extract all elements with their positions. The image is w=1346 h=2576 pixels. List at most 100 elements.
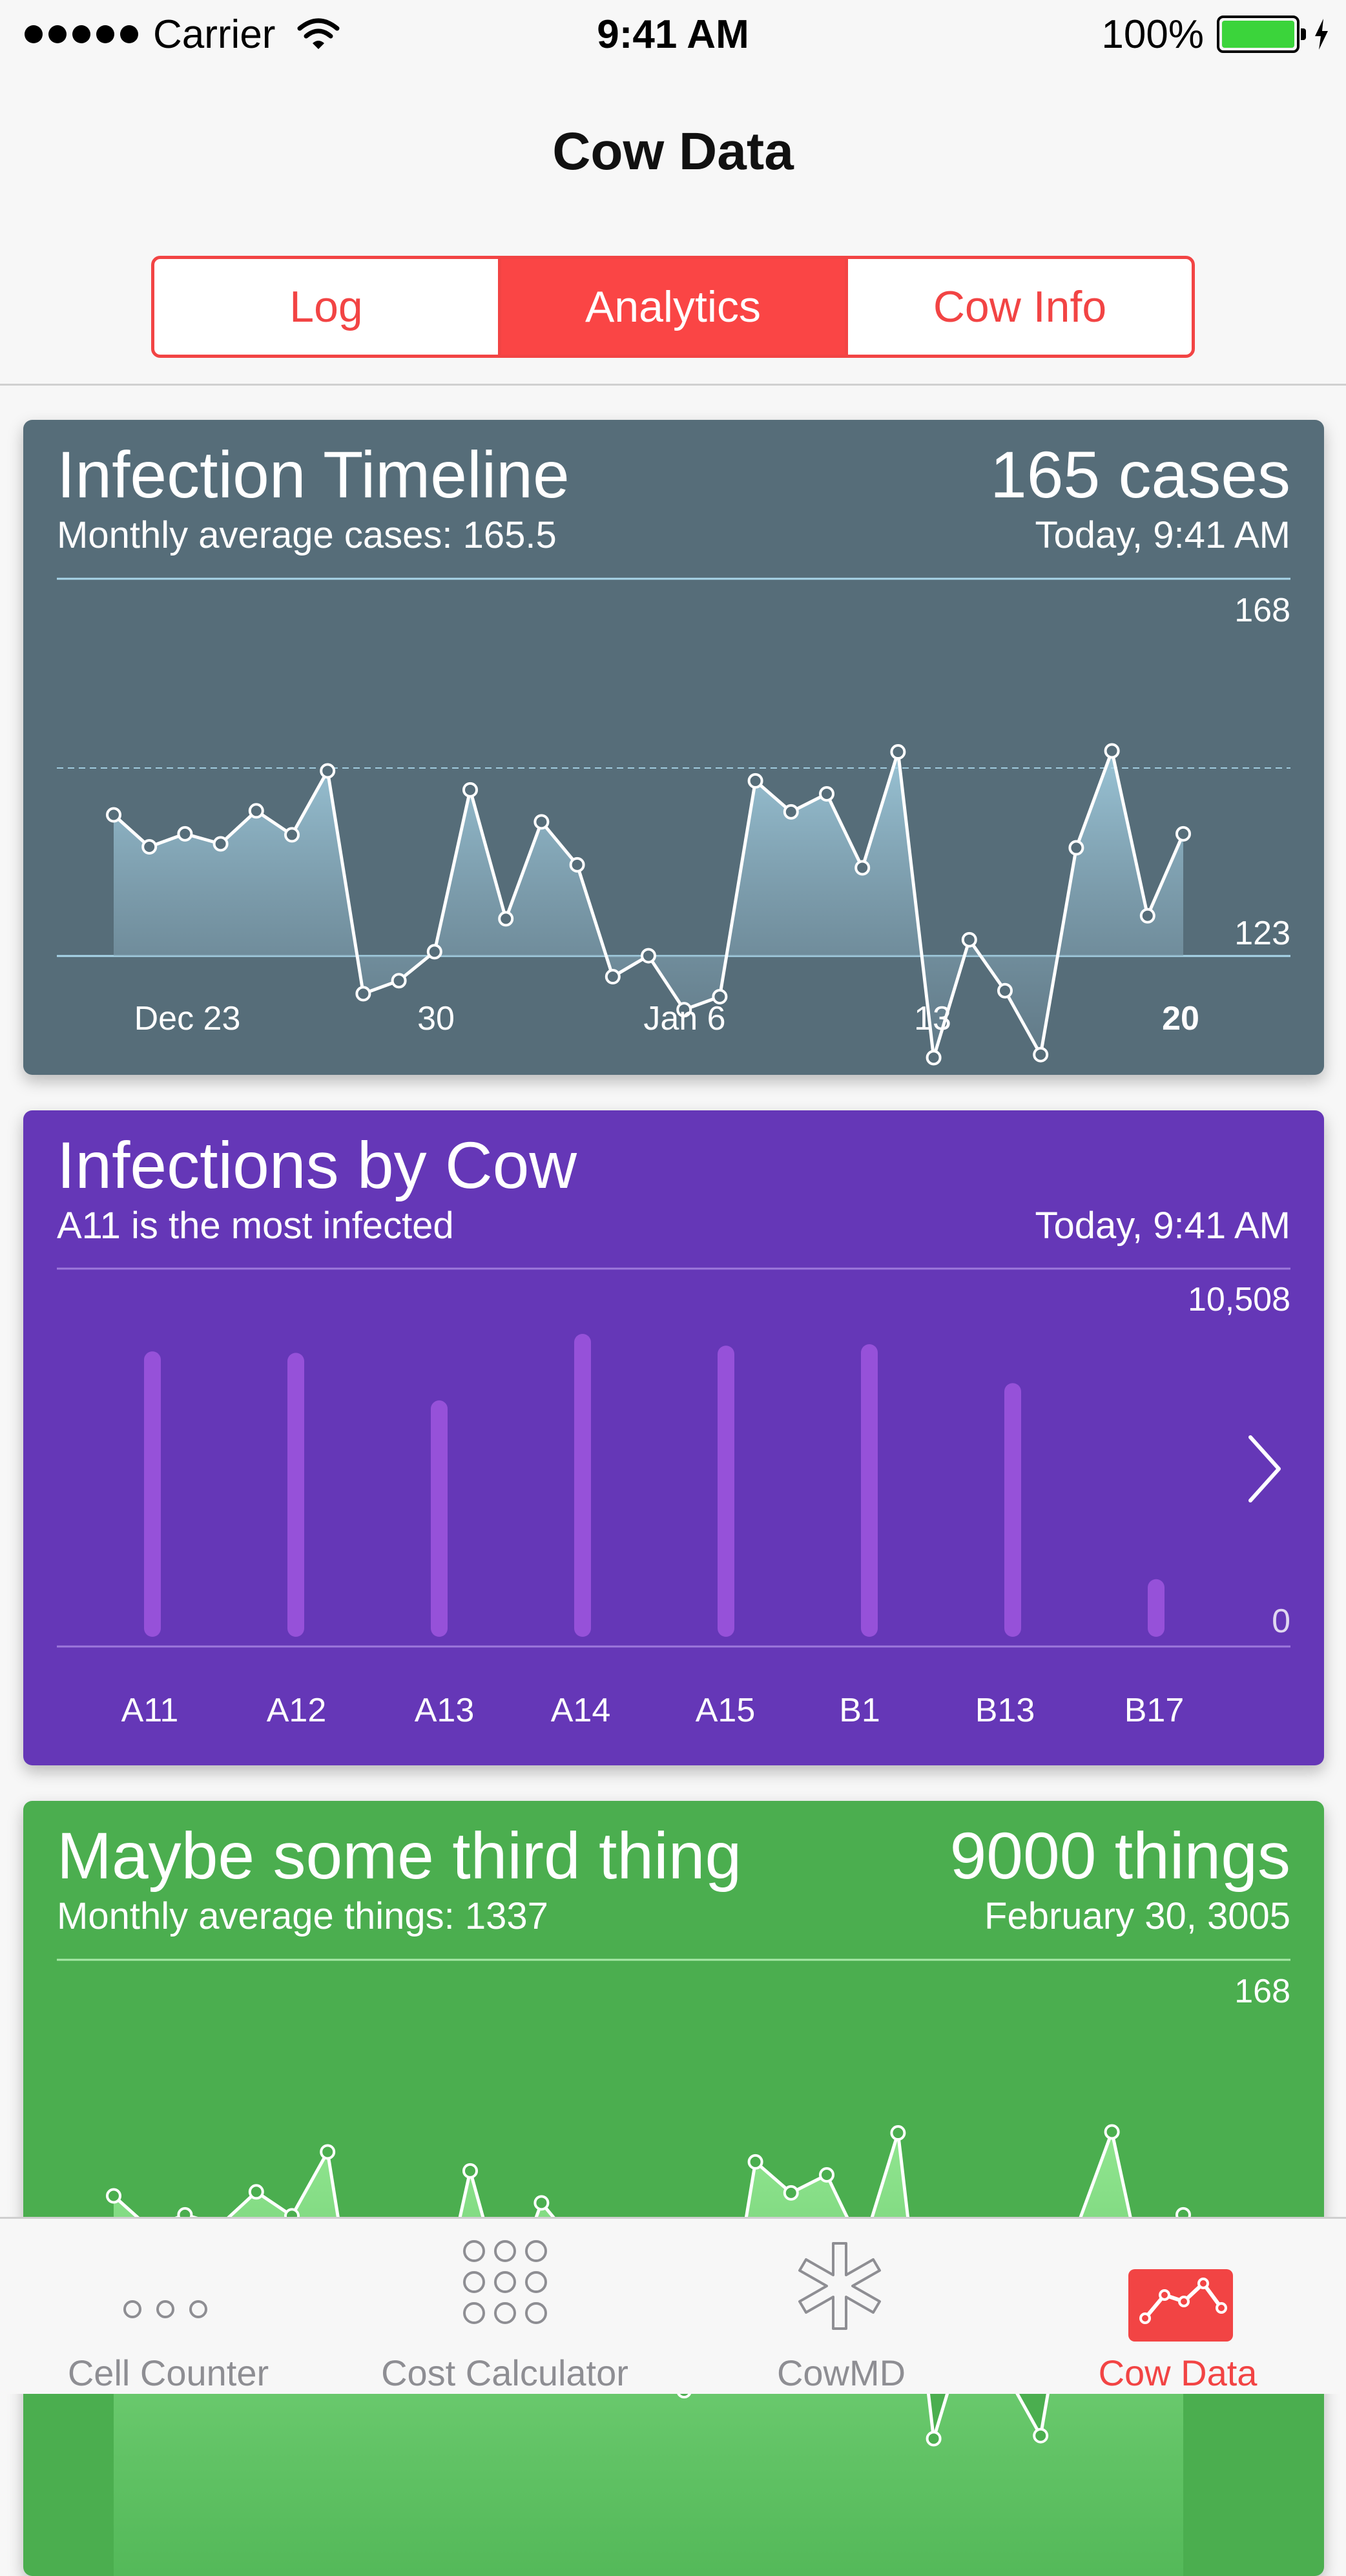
battery-icon xyxy=(1217,16,1306,53)
data-point xyxy=(1104,743,1120,759)
battery-cap xyxy=(1301,28,1306,40)
data-point xyxy=(1068,840,1084,856)
tab-label: Cell Counter xyxy=(67,2353,269,2393)
y-tick-label: 123 xyxy=(1234,915,1290,952)
data-point xyxy=(1104,2124,1120,2140)
y-tick-label: 0 xyxy=(1272,1603,1290,1640)
data-point xyxy=(1139,908,1155,924)
data-point xyxy=(1175,826,1191,842)
bar xyxy=(718,1345,734,1637)
data-point xyxy=(819,2167,834,2183)
bar xyxy=(431,1400,448,1637)
data-point xyxy=(177,826,193,842)
tab-bar: Cell Counter Cost Calculator CowMD Cow D… xyxy=(0,2217,1346,2394)
card-value: 165 cases xyxy=(990,438,1290,512)
data-point xyxy=(569,857,585,873)
data-point xyxy=(854,860,871,876)
card-title: Infections by Cow xyxy=(57,1128,577,1202)
bar xyxy=(287,1353,304,1637)
status-bar: Carrier 9:41 AM 100% xyxy=(0,0,1346,71)
data-point xyxy=(248,803,264,819)
bar xyxy=(1148,1579,1165,1637)
data-point xyxy=(997,982,1013,999)
y-tick-label: 168 xyxy=(1234,592,1290,629)
page-title: Cow Data xyxy=(552,122,794,181)
tab-cowmd[interactable]: CowMD xyxy=(673,2219,1010,2396)
card-timestamp: Today, 9:41 AM xyxy=(1035,1205,1291,1247)
chevron-right-icon[interactable] xyxy=(1245,1433,1284,1504)
x-tick-label: B17 xyxy=(1124,1692,1185,1729)
card-subtitle: Monthly average cases: 165.5 xyxy=(57,514,557,556)
data-point xyxy=(641,948,656,964)
card-timestamp: Today, 9:41 AM xyxy=(1035,514,1291,556)
segment-analytics[interactable]: Analytics xyxy=(501,259,848,355)
data-point xyxy=(462,2163,478,2179)
medical-star-icon xyxy=(798,2242,881,2330)
data-point xyxy=(783,2185,799,2201)
x-tick-label: 13 xyxy=(914,1000,951,1037)
tab-label: Cow Data xyxy=(1098,2353,1258,2393)
data-point xyxy=(783,804,799,820)
keypad-icon xyxy=(463,2240,547,2324)
card-title: Infection Timeline xyxy=(57,438,570,512)
data-point xyxy=(284,827,300,843)
data-point xyxy=(533,814,550,830)
data-point xyxy=(1033,1046,1049,1063)
x-tick-label: 30 xyxy=(417,1000,455,1037)
battery-level xyxy=(1222,21,1294,48)
battery-percent: 100% xyxy=(1101,12,1204,57)
x-tick-label: A12 xyxy=(267,1692,327,1729)
data-point xyxy=(106,2188,121,2204)
x-tick-label: B1 xyxy=(839,1692,880,1729)
x-tick-label: A14 xyxy=(551,1692,611,1729)
data-point xyxy=(320,2144,336,2160)
data-point xyxy=(605,969,621,985)
tab-cell-counter[interactable]: Cell Counter xyxy=(0,2219,336,2396)
data-point xyxy=(1033,2427,1049,2444)
tab-cost-calculator[interactable]: Cost Calculator xyxy=(336,2219,673,2396)
segment-cow-info[interactable]: Cow Info xyxy=(848,259,1192,355)
y-tick-label: 10,508 xyxy=(1188,1281,1290,1318)
card-value: 9000 things xyxy=(949,1819,1290,1893)
bar xyxy=(1004,1383,1021,1637)
data-point xyxy=(426,944,442,960)
battery-status: 100% xyxy=(1101,12,1329,57)
data-point xyxy=(926,1050,942,1066)
data-point xyxy=(212,836,229,852)
data-point xyxy=(890,744,906,760)
data-point xyxy=(747,2154,763,2170)
data-point xyxy=(819,786,834,802)
card-subtitle: A11 is the most infected xyxy=(57,1205,454,1247)
bar xyxy=(574,1334,591,1637)
x-tick-label: B13 xyxy=(975,1692,1035,1729)
nav-divider xyxy=(0,384,1346,386)
infections-by-cow-card[interactable]: A11 A12 A13 A14 A15 B1 B13 B17 10,508 0 Infection… xyxy=(23,1110,1324,1765)
data-point xyxy=(747,773,763,789)
data-point xyxy=(391,973,407,989)
data-point xyxy=(462,782,478,798)
card-subtitle: Monthly average things: 1337 xyxy=(57,1895,548,1937)
three-dots-icon xyxy=(123,2300,207,2318)
x-tick-label: Dec 23 xyxy=(134,1000,241,1037)
tab-label: CowMD xyxy=(776,2353,906,2393)
bar xyxy=(861,1344,878,1637)
third-thing-card[interactable]: 168 Maybe some third thing Monthly avera… xyxy=(23,1801,1324,2576)
segment-log[interactable]: Log xyxy=(154,259,501,355)
y-tick-label: 168 xyxy=(1234,1973,1290,2010)
bar xyxy=(144,1351,161,1637)
x-tick-label: A15 xyxy=(696,1692,756,1729)
infection-timeline-card[interactable]: 168 123 Dec 23 30 Jan 6 13 20 Infection Timeli… xyxy=(23,420,1324,1075)
x-tick-label: Jan 6 xyxy=(643,1000,725,1037)
segmented-control: Log Analytics Cow Info xyxy=(151,256,1195,358)
x-tick-label: A13 xyxy=(415,1692,475,1729)
data-point xyxy=(320,763,336,779)
data-point xyxy=(533,2195,550,2211)
data-point xyxy=(498,911,514,927)
card-timestamp: February 30, 3005 xyxy=(984,1895,1290,1937)
card-title: Maybe some third thing xyxy=(57,1819,742,1893)
x-tick-label: A11 xyxy=(121,1692,179,1729)
tab-label: Cost Calculator xyxy=(381,2353,628,2393)
data-point xyxy=(355,986,371,1002)
line-chart-icon xyxy=(1128,2269,1233,2342)
tab-cow-data[interactable]: Cow Data xyxy=(1010,2219,1346,2396)
